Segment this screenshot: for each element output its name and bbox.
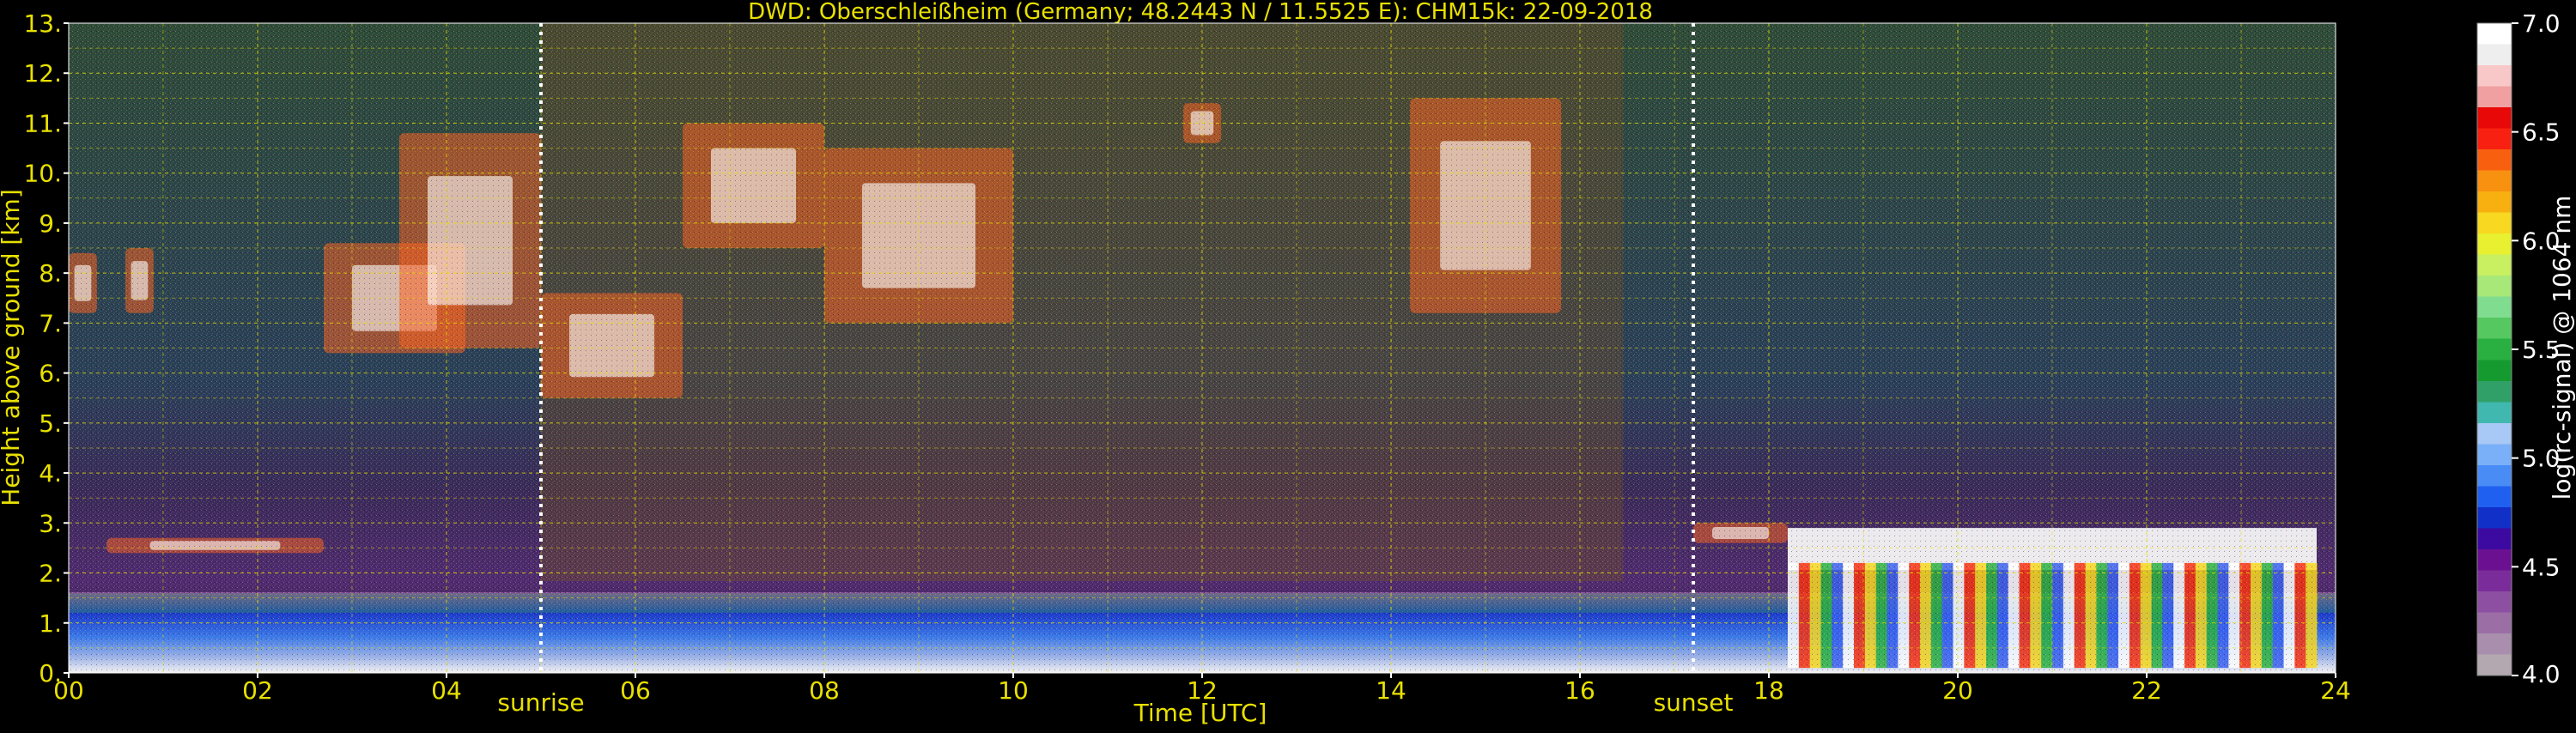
y-tick-label: 5. <box>39 409 62 438</box>
x-tick-label: 14 <box>1376 676 1406 705</box>
x-tick-label: 20 <box>1942 676 1973 705</box>
y-tick-label: 1. <box>39 609 62 638</box>
y-axis-ticks: 0. 1. 2. 3. 4. 5. 6. 7. 8. 9. 10. 11. 12. 13. <box>23 9 69 688</box>
y-tick-label: 8. <box>39 259 62 288</box>
x-tick-label: 04 <box>431 676 462 705</box>
ceilometer-chart: DWD: Oberschleißheim (Germany; 48.2443 N… <box>0 0 2576 727</box>
x-tick-label: 22 <box>2131 676 2162 705</box>
y-tick-label: 3. <box>39 509 62 537</box>
y-tick-label: 11. <box>23 109 62 137</box>
y-tick-label: 13. <box>23 9 62 38</box>
colorbar-scale <box>2476 22 2512 676</box>
x-tick-label: 08 <box>809 676 840 705</box>
colorbar-tick-label: 4.5 <box>2522 553 2561 581</box>
y-tick-label: 7. <box>39 309 62 337</box>
y-tick-label: 4. <box>39 459 62 488</box>
colorbar-tick-label: 7.0 <box>2522 9 2561 38</box>
x-tick-label: 24 <box>2320 676 2351 705</box>
chart-title: DWD: Oberschleißheim (Germany; 48.2443 N… <box>748 0 1653 25</box>
y-tick-label: 9. <box>39 209 62 238</box>
marker-label-sunrise: sunrise <box>497 688 584 717</box>
x-axis-label: Time [UTC] <box>1133 699 1267 727</box>
y-tick-label: 12. <box>23 59 62 88</box>
y-tick-label: 10. <box>23 160 62 188</box>
ceilometer-figure: DWD: Oberschleißheim (Germany; 48.2443 N… <box>0 0 2576 730</box>
y-tick-label: 6. <box>39 360 62 388</box>
colorbar: 4.04.55.05.56.06.57.0 log(rc-signal) @ 1… <box>2476 9 2576 688</box>
x-tick-label: 10 <box>998 676 1029 705</box>
x-tick-label: 06 <box>620 676 651 705</box>
marker-label-sunset: sunset <box>1654 688 1734 717</box>
x-tick-label: 02 <box>242 676 273 705</box>
x-tick-label: 18 <box>1753 676 1784 705</box>
y-tick-label: 2. <box>39 560 62 588</box>
plot-area <box>68 22 2336 674</box>
x-tick-label: 16 <box>1564 676 1595 705</box>
colorbar-label: log(rc-signal) @ 1064 nm <box>2548 196 2576 500</box>
y-axis-label: Height above ground [km] <box>0 189 25 506</box>
colorbar-tick-label: 4.0 <box>2522 660 2561 688</box>
colorbar-tick-label: 6.5 <box>2522 118 2561 147</box>
y-tick-label: 0. <box>39 659 62 688</box>
